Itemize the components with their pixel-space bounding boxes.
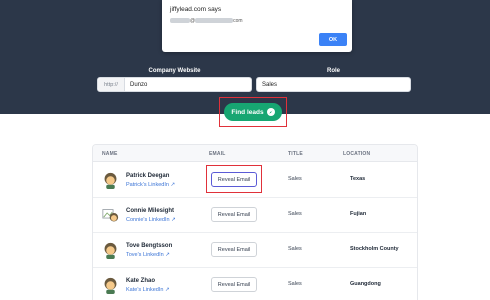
linkedin-link[interactable]: Patrick's LinkedIn ↗ — [126, 182, 175, 188]
lead-name: Connie Milesight — [126, 208, 174, 214]
linkedin-link[interactable]: Kate's LinkedIn ↗ — [126, 287, 170, 293]
lead-title: Sales — [288, 281, 302, 287]
lead-location: Fujian — [350, 211, 367, 217]
col-name-header: NAME — [102, 151, 118, 157]
alert-message: @ com — [170, 18, 243, 24]
table-row: Connie Milesight Connie's LinkedIn ↗ Rev… — [93, 198, 417, 233]
rocket-icon — [266, 108, 275, 116]
avatar — [104, 277, 117, 294]
find-leads-button[interactable]: Find leads — [224, 103, 282, 121]
avatar — [104, 172, 117, 189]
company-website-value[interactable]: Dunzo — [125, 82, 147, 88]
company-website-label: Company Website — [148, 68, 201, 74]
alert-message-suffix: com — [233, 18, 243, 24]
avatar — [104, 242, 117, 259]
col-location-header: LOCATION — [343, 151, 371, 157]
col-email-header: EMAIL — [209, 151, 226, 157]
alert-dialog: jiffylead.com says @ com OK — [162, 0, 352, 52]
lead-title: Sales — [288, 176, 302, 182]
url-prefix: http:// — [98, 78, 125, 91]
reveal-email-button[interactable]: Reveal Email — [211, 242, 257, 257]
table-row: Tove Bengtsson Tove's LinkedIn ↗ Reveal … — [93, 233, 417, 268]
table-header: NAME EMAIL TITLE LOCATION — [93, 145, 417, 162]
lead-location: Guangdong — [350, 281, 381, 287]
reveal-email-button[interactable]: Reveal Email — [211, 277, 257, 292]
alert-ok-button[interactable]: OK — [319, 33, 347, 46]
lead-title: Sales — [288, 211, 302, 217]
redacted-text — [170, 18, 190, 24]
linkedin-link[interactable]: Connie's LinkedIn ↗ — [126, 217, 176, 223]
role-field[interactable]: Sales — [256, 77, 411, 92]
alert-title: jiffylead.com says — [170, 6, 222, 13]
linkedin-link[interactable]: Tove's LinkedIn ↗ — [126, 252, 170, 258]
role-label: Role — [326, 68, 340, 74]
broken-avatar-icon — [102, 209, 119, 222]
lead-name: Tove Bengtsson — [126, 243, 173, 249]
lead-location: Stockholm County — [350, 246, 399, 252]
lead-location: Texas — [350, 176, 366, 182]
lead-name: Kate Zhao — [126, 278, 156, 284]
redacted-text — [195, 18, 234, 24]
col-title-header: TITLE — [288, 151, 303, 157]
lead-title: Sales — [288, 246, 302, 252]
company-website-field[interactable]: http:// Dunzo — [97, 77, 252, 92]
lead-name: Patrick Deegan — [126, 173, 170, 179]
reveal-email-highlight — [206, 165, 262, 193]
table-row: Kate Zhao Kate's LinkedIn ↗ Reveal Email… — [93, 268, 417, 300]
find-leads-label: Find leads — [231, 108, 264, 116]
reveal-email-button[interactable]: Reveal Email — [211, 207, 257, 222]
